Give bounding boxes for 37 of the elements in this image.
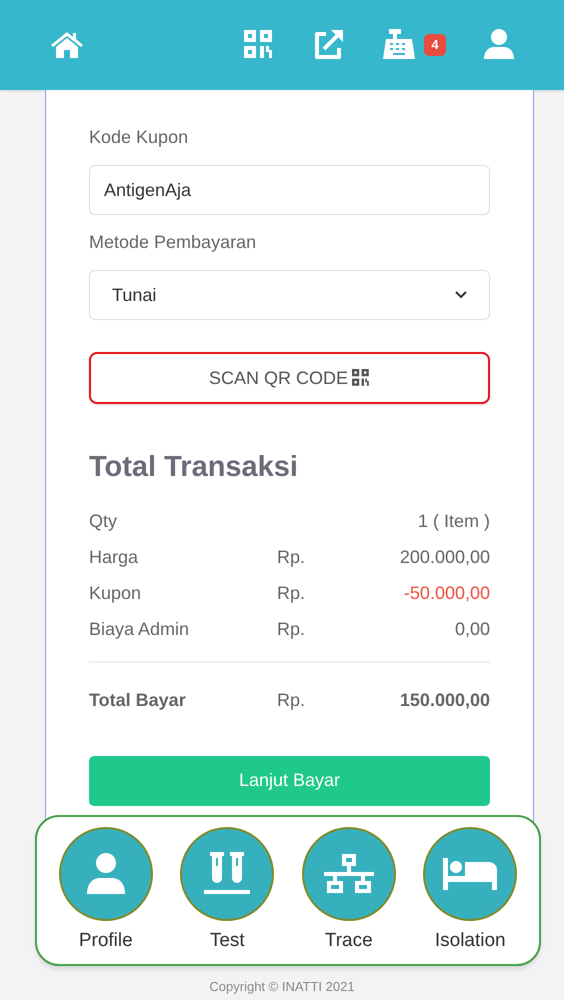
user-icon (86, 852, 126, 896)
test-tubes-icon (204, 852, 250, 896)
summary-value: 200.000,00 (400, 546, 490, 568)
summary-value: -50.000,00 (404, 582, 490, 604)
chevron-down-icon (455, 291, 467, 299)
currency-label: Rp. (277, 690, 306, 710)
nav-label[interactable]: Isolation (434, 927, 506, 956)
field-label: Kode Kupon (89, 126, 190, 149)
user-icon[interactable] (484, 29, 514, 61)
coupon-input[interactable]: AntigenAja (89, 165, 490, 215)
copyright-text: Copyright © INATTI 2021 (208, 978, 356, 996)
summary-label: Kupon (89, 582, 142, 605)
nav-label[interactable]: Test (210, 927, 245, 956)
network-icon (324, 854, 374, 894)
currency-label: Rp. (277, 618, 306, 638)
section-title: Total Transaksi (89, 450, 299, 485)
nav-label[interactable]: Profile (78, 927, 133, 956)
nav-label[interactable]: Trace (324, 927, 373, 956)
bed-icon (443, 858, 498, 890)
summary-label: Qty (89, 510, 118, 533)
notification-badge: 4 (424, 34, 446, 56)
currency-label: Rp. (277, 582, 306, 602)
scan-qr-button[interactable]: SCAN QR CODE (89, 352, 490, 404)
qr-code-icon (352, 369, 370, 387)
cash-register-icon[interactable] (382, 29, 416, 61)
field-label: Metode Pembayaran (89, 231, 258, 254)
payment-method-select[interactable]: Tunai (89, 270, 490, 320)
home-icon[interactable] (50, 30, 84, 60)
summary-value: 150.000,00 (400, 688, 490, 712)
currency-label: Rp. (277, 546, 306, 566)
summary-label: Harga (89, 546, 140, 569)
summary-label: Biaya Admin (89, 618, 190, 641)
summary-value: 0,00 (454, 618, 490, 640)
summary-label: Total Bayar (89, 688, 187, 712)
external-link-icon[interactable] (312, 29, 344, 61)
summary-value: 1 ( Item ) (418, 510, 490, 533)
qr-code-icon[interactable] (244, 30, 274, 60)
